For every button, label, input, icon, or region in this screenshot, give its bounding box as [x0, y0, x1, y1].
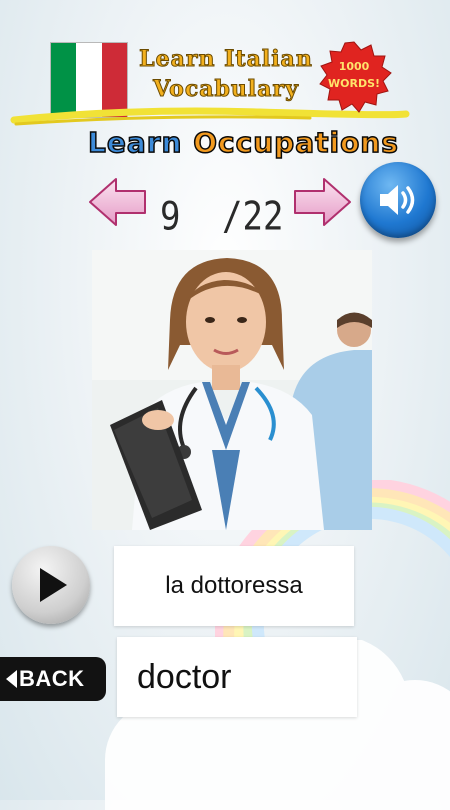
left-arrow-icon [89, 178, 146, 226]
badge-label: WORDS! [327, 77, 381, 90]
next-button[interactable] [292, 176, 352, 228]
italian-word: la dottoressa [165, 572, 303, 599]
play-icon [40, 568, 67, 602]
header: Learn Italian Vocabulary 1000 WORDS! Lea… [0, 0, 450, 175]
italian-word-card: la dottoressa [114, 546, 354, 626]
section-title-word-1: Learn [87, 125, 183, 160]
english-word: doctor [137, 658, 232, 696]
back-button[interactable]: BACK [0, 657, 106, 701]
doctor-photo [92, 250, 372, 530]
words-badge: 1000 WORDS! [316, 40, 392, 116]
section-title: Learn Occupations [87, 125, 399, 160]
english-translation-card: doctor [117, 637, 357, 717]
occupation-photo [92, 250, 372, 530]
total-card-count: /22 [222, 194, 284, 240]
app-title: Learn Italian Vocabulary [126, 44, 326, 104]
play-pronunciation-button[interactable] [12, 546, 90, 624]
sound-button[interactable] [360, 162, 436, 238]
badge-number: 1000 [338, 60, 370, 73]
back-arrow-icon [6, 670, 17, 688]
app-title-line-1: Learn Italian [139, 46, 313, 73]
back-button-label: BACK [19, 666, 85, 691]
section-title-word-2: Occupations [192, 125, 399, 160]
speaker-icon [380, 185, 415, 215]
previous-button[interactable] [88, 176, 148, 228]
current-card-number: 9 [160, 194, 181, 240]
right-arrow-icon [294, 178, 351, 226]
